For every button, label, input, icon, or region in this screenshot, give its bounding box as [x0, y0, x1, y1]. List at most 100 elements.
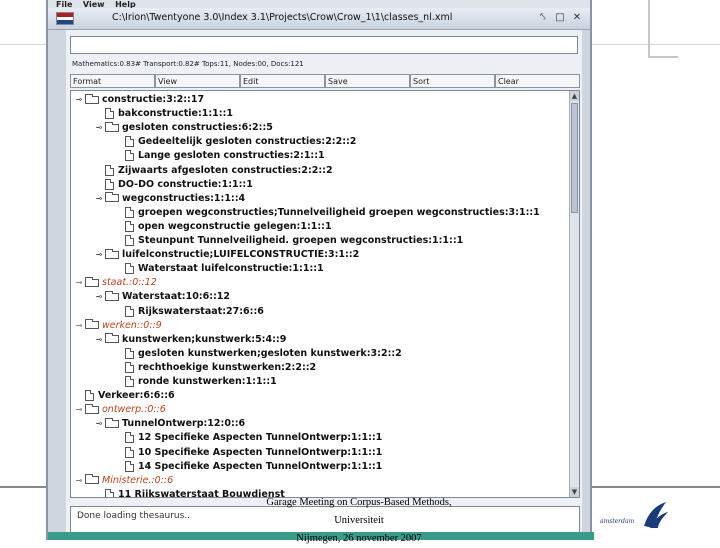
folder-icon: [105, 121, 119, 132]
app-window: File View Help C:\Irion\Twentyone 3.0\In…: [46, 0, 594, 540]
scroll-up-icon[interactable]: ▲: [570, 91, 579, 101]
tree-node-label: Ministerie.:0::6: [102, 474, 174, 486]
document-icon: [125, 206, 134, 218]
document-icon: [125, 376, 134, 387]
expand-toggle-icon[interactable]: ⊸: [95, 121, 103, 135]
folder-icon: [85, 276, 99, 287]
tree-node-label: ontwerp.:0::6: [102, 404, 166, 416]
tree-leaf-node[interactable]: 12 Specifieke Aspecten TunnelOntwerp:1:1…: [115, 431, 382, 445]
clear-button[interactable]: Clear: [495, 74, 580, 88]
expand-toggle-icon[interactable]: ⊸: [95, 192, 103, 206]
scroll-thumb[interactable]: [571, 103, 578, 213]
tree-leaf-node[interactable]: Rijkswaterstaat:27:6::6: [115, 305, 264, 319]
slide-corner-right: [648, 0, 678, 58]
tree-folder-node[interactable]: ⊸ werken::0::9: [75, 319, 162, 333]
tree-leaf-node[interactable]: Zijwaarts afgesloten constructies:2:2::2: [95, 164, 333, 178]
expand-toggle-icon[interactable]: ⊸: [95, 333, 103, 347]
tree-node-label: kunstwerken;kunstwerk:5:4::9: [122, 333, 287, 345]
tree-leaf-node[interactable]: ronde kunstwerken:1:1::1: [115, 375, 277, 389]
folder-icon: [85, 93, 99, 104]
tree-leaf-node[interactable]: Gedeeltelijk gesloten constructies:2:2::…: [115, 135, 356, 149]
tree-folder-node[interactable]: ⊸ Waterstaat:10:6::12: [95, 290, 230, 304]
maximize-icon[interactable]: □: [553, 11, 567, 25]
tree-node-label: TunnelOntwerp:12:0::6: [122, 418, 246, 430]
tree-node-label: 12 Specifieke Aspecten TunnelOntwerp:1:1…: [138, 432, 383, 444]
thesaurus-tree-pane[interactable]: ⊸ constructie:3:2::17bakconstructie:1:1::…: [70, 90, 580, 498]
search-input[interactable]: [70, 36, 578, 54]
document-icon: [125, 220, 134, 232]
document-icon: [125, 446, 134, 458]
tree-node-label: rechthoekige kunstwerken:2:2::2: [138, 361, 317, 373]
title-bar[interactable]: C:\Irion\Twentyone 3.0\Index 3.1\Project…: [48, 8, 590, 30]
tree-folder-node[interactable]: ⊸ wegconstructies:1:1::4: [95, 192, 245, 206]
tree-leaf-node[interactable]: 14 Specifieke Aspecten TunnelOntwerp:1:1…: [115, 460, 382, 474]
tree-leaf-node[interactable]: 10 Specifieke Aspecten TunnelOntwerp:1:1…: [115, 446, 382, 460]
tree-node-label: open wegconstructie gelegen:1:1::1: [138, 220, 332, 232]
edit-button[interactable]: Edit: [240, 74, 325, 88]
tree-node-label: Verkeer:6:6::6: [98, 390, 175, 402]
stats-line: Mathematics:0.83# Transport:0.82# Tops:1…: [72, 60, 304, 68]
folder-icon: [85, 474, 99, 485]
tree-leaf-node[interactable]: Verkeer:6:6::6: [75, 389, 175, 403]
document-icon: [125, 150, 134, 162]
tree-folder-node[interactable]: ⊸ kunstwerken;kunstwerk:5:4::9: [95, 333, 286, 347]
tree-node-label: staat.:0::12: [102, 277, 157, 289]
tree-folder-node[interactable]: ⊸ luifelconstructie;LUIFELCONSTRUCTIE:3:1…: [95, 248, 359, 262]
expand-toggle-icon[interactable]: ⊸: [75, 319, 83, 333]
tree-leaf-node[interactable]: Steunpunt Tunnelveiligheid. groepen wegc…: [115, 234, 463, 248]
tree-node-label: bakconstructie:1:1::1: [118, 108, 233, 120]
document-icon: [105, 108, 114, 120]
expand-toggle-icon[interactable]: ⊸: [75, 403, 83, 417]
view-button[interactable]: View: [155, 74, 240, 88]
tree-leaf-node[interactable]: gesloten kunstwerken;gesloten kunstwerk:…: [115, 347, 402, 361]
tree-folder-node[interactable]: ⊸ gesloten constructies:6:2::5: [95, 121, 273, 135]
document-icon: [105, 178, 114, 190]
folder-icon: [85, 319, 99, 330]
restore-icon[interactable]: ⤣: [536, 11, 550, 25]
tree-leaf-node[interactable]: open wegconstructie gelegen:1:1::1: [115, 220, 332, 234]
university-logo-icon: [644, 502, 668, 528]
tree-node-label: Waterstaat luifelconstructie:1:1::1: [138, 263, 324, 275]
expand-toggle-icon[interactable]: ⊸: [75, 276, 83, 290]
tree-folder-node[interactable]: ⊸ constructie:3:2::17: [75, 93, 204, 107]
tree-node-label: Lange gesloten constructies:2:1::1: [138, 150, 325, 162]
expand-toggle-icon[interactable]: ⊸: [95, 290, 103, 304]
format-button[interactable]: Format: [70, 74, 155, 88]
folder-icon: [85, 403, 99, 414]
document-icon: [125, 347, 134, 359]
sort-button[interactable]: Sort: [410, 74, 495, 88]
close-icon[interactable]: ✕: [570, 11, 584, 25]
tree-folder-node[interactable]: ⊸ staat.:0::12: [75, 276, 157, 290]
menu-bar: File View Help: [48, 0, 590, 9]
tree-leaf-node[interactable]: DO-DO constructie:1:1::1: [95, 178, 253, 192]
tree-leaf-node[interactable]: rechthoekige kunstwerken:2:2::2: [115, 361, 316, 375]
scroll-down-icon[interactable]: ▼: [570, 487, 579, 497]
vertical-scrollbar[interactable]: ▲ ▼: [569, 91, 579, 497]
document-icon: [125, 361, 134, 373]
tree-folder-node[interactable]: ⊸ Ministerie.:0::6: [75, 474, 173, 488]
thesaurus-tree: ⊸ constructie:3:2::17bakconstructie:1:1::…: [71, 91, 571, 497]
tree-node-label: Steunpunt Tunnelveiligheid. groepen wegc…: [138, 235, 464, 246]
tree-node-label: Waterstaat:10:6::12: [122, 291, 231, 303]
expand-toggle-icon[interactable]: ⊸: [95, 248, 103, 262]
expand-toggle-icon[interactable]: ⊸: [75, 474, 83, 488]
save-button[interactable]: Save: [325, 74, 410, 88]
document-icon: [105, 164, 114, 176]
flag-icon: [56, 12, 74, 25]
tree-folder-node[interactable]: ⊸ TunnelOntwerp:12:0::6: [95, 417, 245, 431]
folder-icon: [105, 417, 119, 428]
folder-icon: [105, 290, 119, 301]
expand-toggle-icon[interactable]: ⊸: [95, 417, 103, 431]
tree-node-label: constructie:3:2::17: [102, 94, 205, 105]
tree-node-label: Zijwaarts afgesloten constructies:2:2::2: [118, 164, 333, 176]
tree-leaf-node[interactable]: Waterstaat luifelconstructie:1:1::1: [115, 262, 324, 276]
tree-leaf-node[interactable]: groepen wegconstructies;Tunnelveiligheid…: [115, 206, 540, 220]
tree-leaf-node[interactable]: Lange gesloten constructies:2:1::1: [115, 149, 325, 163]
document-icon: [125, 136, 134, 148]
tree-folder-node[interactable]: ⊸ ontwerp.:0::6: [75, 403, 166, 417]
tree-node-label: ronde kunstwerken:1:1::1: [138, 376, 277, 387]
tree-node-label: wegconstructies:1:1::4: [122, 192, 246, 204]
tree-leaf-node[interactable]: bakconstructie:1:1::1: [95, 107, 233, 121]
window-title: C:\Irion\Twentyone 3.0\Index 3.1\Project…: [112, 12, 453, 23]
expand-toggle-icon[interactable]: ⊸: [75, 93, 83, 107]
